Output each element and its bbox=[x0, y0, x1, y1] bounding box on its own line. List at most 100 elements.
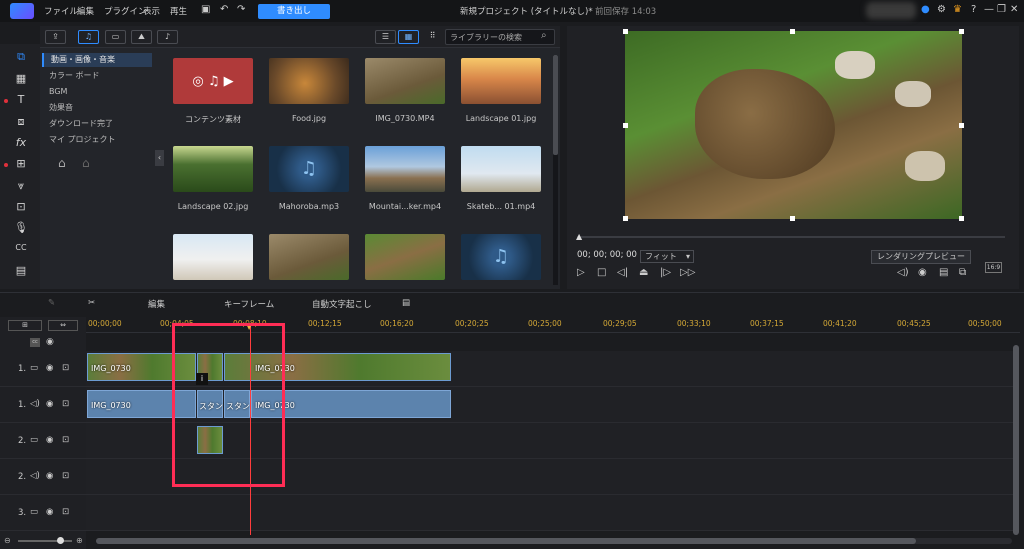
track-lane[interactable] bbox=[86, 495, 1016, 531]
aspect-ratio-button[interactable]: 16:9 bbox=[985, 262, 1002, 273]
lock-icon[interactable]: ⊡ bbox=[62, 363, 69, 373]
media-thumbnail[interactable] bbox=[461, 146, 541, 192]
export-button[interactable]: 書き出し bbox=[258, 4, 330, 19]
collapse-panel-icon[interactable]: ‹ bbox=[155, 150, 164, 166]
resize-handle[interactable] bbox=[959, 216, 964, 221]
maximize-icon[interactable]: ❐ bbox=[997, 4, 1006, 15]
effect-room-icon[interactable]: fx bbox=[12, 136, 30, 151]
chapter-room-icon[interactable]: ▤ bbox=[12, 264, 30, 279]
resize-handle[interactable] bbox=[959, 123, 964, 128]
keyframe-button[interactable]: キーフレーム bbox=[224, 298, 274, 310]
resize-handle[interactable] bbox=[623, 123, 628, 128]
upgrade-icon[interactable]: ♛ bbox=[953, 4, 962, 15]
eye-icon[interactable]: ◉ bbox=[46, 337, 54, 347]
tab-video[interactable]: ▭ bbox=[105, 30, 126, 44]
media-thumbnail[interactable] bbox=[269, 58, 349, 104]
close-icon[interactable]: ✕ bbox=[1010, 4, 1018, 15]
more-icon[interactable]: ⠿ bbox=[422, 30, 443, 44]
eye-icon[interactable]: ◉ bbox=[46, 363, 53, 373]
fit-timeline-icon[interactable]: ⇔ bbox=[48, 320, 78, 331]
template-room-icon[interactable]: ▦ bbox=[12, 72, 30, 87]
subtitle-edit-icon[interactable]: ▤ bbox=[402, 298, 410, 308]
tab-image[interactable]: ⛰ bbox=[131, 30, 152, 44]
import-icon[interactable]: ⇪ bbox=[45, 30, 66, 44]
resize-handle[interactable] bbox=[790, 216, 795, 221]
title-room-icon[interactable]: T bbox=[12, 93, 30, 108]
caption-room-icon[interactable]: CC bbox=[12, 243, 30, 258]
help-icon[interactable]: ? bbox=[971, 4, 976, 15]
save-icon[interactable]: ▣ bbox=[201, 4, 210, 15]
redo-icon[interactable]: ↷ bbox=[237, 4, 245, 15]
menu-edit[interactable]: 編集 bbox=[77, 5, 94, 17]
next-frame-icon[interactable]: |▷ bbox=[660, 267, 671, 278]
preview-seekbar[interactable] bbox=[577, 236, 1005, 238]
pip-room-icon[interactable]: ⊡ bbox=[12, 200, 30, 215]
lock-icon[interactable]: ⊡ bbox=[62, 399, 69, 409]
volume-icon[interactable]: ◁) bbox=[897, 267, 909, 278]
play-icon[interactable]: ▷ bbox=[577, 267, 585, 278]
media-thumbnail[interactable] bbox=[173, 146, 253, 192]
timeline-settings-icon[interactable]: ⊞ bbox=[8, 320, 42, 331]
timecode-display[interactable]: 00; 00; 00; 00 bbox=[577, 250, 637, 260]
media-thumbnail[interactable]: ◎ ♫ ▶ bbox=[173, 58, 253, 104]
menu-view[interactable]: 表示 bbox=[143, 5, 160, 17]
category-item[interactable]: ダウンロード完了 bbox=[42, 117, 152, 131]
lock-icon[interactable]: ⊡ bbox=[62, 435, 69, 445]
library-scrollbar-thumb[interactable] bbox=[553, 55, 558, 155]
subtitle-icon[interactable]: ▤ bbox=[939, 267, 948, 278]
category-item[interactable]: 動画・画像・音楽 bbox=[42, 53, 152, 67]
library-search-input[interactable]: ライブラリーの検索 bbox=[445, 29, 555, 45]
tab-media[interactable]: ♫ bbox=[78, 30, 99, 44]
settings-icon[interactable]: ⚙ bbox=[937, 4, 946, 15]
overlay-room-icon[interactable]: ⊞ bbox=[12, 157, 30, 172]
fast-forward-icon[interactable]: ▷▷ bbox=[680, 267, 695, 278]
transition-room-icon[interactable]: ⧈ bbox=[12, 115, 30, 130]
prev-frame-icon[interactable]: ◁| bbox=[617, 267, 628, 278]
zoom-slider-thumb[interactable] bbox=[57, 537, 64, 544]
render-preview-button[interactable]: レンダリングプレビュー bbox=[871, 250, 971, 264]
notification-icon[interactable]: ● bbox=[921, 4, 930, 15]
media-thumbnail[interactable] bbox=[365, 234, 445, 280]
media-thumbnail[interactable] bbox=[461, 58, 541, 104]
snapshot-icon[interactable]: ◉ bbox=[918, 267, 927, 278]
eye-icon[interactable]: ◉ bbox=[46, 507, 53, 517]
eye-icon[interactable]: ◉ bbox=[46, 435, 53, 445]
particle-room-icon[interactable]: ⩔ bbox=[12, 179, 30, 194]
seek-handle[interactable]: ▲ bbox=[576, 232, 582, 241]
lock-icon[interactable]: ⊡ bbox=[62, 507, 69, 517]
erase-icon[interactable]: ✎ bbox=[48, 298, 55, 308]
stop-icon[interactable]: □ bbox=[597, 267, 606, 278]
media-thumbnail[interactable]: ♫ bbox=[461, 234, 541, 280]
edit-button[interactable]: 編集 bbox=[148, 298, 165, 310]
media-room-icon[interactable]: ⧉ bbox=[12, 50, 30, 65]
preview-video-frame[interactable] bbox=[625, 31, 962, 219]
menu-file[interactable]: ファイル bbox=[44, 5, 78, 17]
media-thumbnail[interactable] bbox=[173, 234, 253, 280]
mark-icon[interactable]: ⏏ bbox=[639, 267, 648, 278]
zoom-in-icon[interactable]: ⊕ bbox=[76, 536, 83, 545]
resize-handle[interactable] bbox=[790, 29, 795, 34]
resize-handle[interactable] bbox=[623, 29, 628, 34]
eye-icon[interactable]: ◉ bbox=[46, 471, 53, 481]
undo-icon[interactable]: ↶ bbox=[220, 4, 228, 15]
timeline-vscrollbar[interactable] bbox=[1013, 345, 1019, 535]
resize-handle[interactable] bbox=[623, 216, 628, 221]
account-area[interactable] bbox=[866, 2, 916, 19]
media-thumbnail[interactable] bbox=[365, 146, 445, 192]
voice-record-icon[interactable]: 🎙 bbox=[12, 221, 30, 236]
external-monitor-icon[interactable]: ⧉ bbox=[959, 267, 966, 278]
grid-view-icon[interactable]: ▦ bbox=[398, 30, 419, 44]
resize-handle[interactable] bbox=[959, 29, 964, 34]
eye-icon[interactable]: ◉ bbox=[46, 399, 53, 409]
media-thumbnail[interactable]: ♫ bbox=[269, 146, 349, 192]
caption-track-icon[interactable]: cc bbox=[30, 338, 40, 347]
category-item[interactable]: マイ プロジェクト bbox=[42, 133, 152, 147]
auto-caption-button[interactable]: 自動文字起こし bbox=[312, 298, 372, 310]
zoom-fit-select[interactable]: フィット ▾ bbox=[640, 250, 694, 263]
category-item[interactable]: BGM bbox=[42, 85, 152, 99]
timeline-hscroll-thumb[interactable] bbox=[96, 538, 916, 544]
media-thumbnail[interactable] bbox=[365, 58, 445, 104]
split-icon[interactable]: ✂ bbox=[88, 298, 95, 308]
search-icon[interactable]: ⌕ bbox=[541, 30, 547, 41]
tab-audio[interactable]: ♪ bbox=[157, 30, 178, 44]
